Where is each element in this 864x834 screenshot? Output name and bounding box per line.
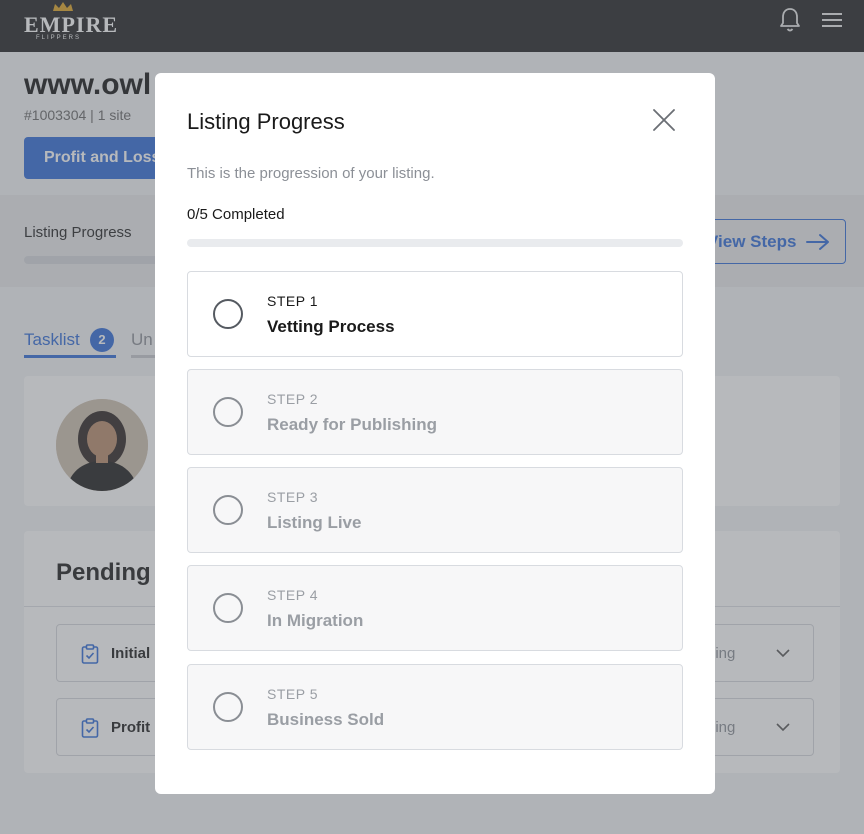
step-status-circle-icon[interactable] [213,299,243,329]
step-number: STEP 2 [267,391,318,407]
step-listing-live[interactable]: STEP 3 Listing Live [187,467,683,553]
step-in-migration[interactable]: STEP 4 In Migration [187,565,683,651]
progress-bar [187,239,683,247]
modal-description: This is the progression of your listing. [187,165,435,182]
step-status-circle-icon[interactable] [213,495,243,525]
step-status-circle-icon[interactable] [213,593,243,623]
step-name: Vetting Process [267,317,395,336]
listing-progress-modal: Listing Progress This is the progression… [155,73,715,794]
step-name: Ready for Publishing [267,415,438,434]
step-status-circle-icon[interactable] [213,692,243,722]
step-business-sold[interactable]: STEP 5 Business Sold [187,664,683,750]
step-name: Business Sold [267,710,385,729]
step-vetting-process[interactable]: STEP 1 Vetting Process [187,271,683,357]
close-icon[interactable] [651,107,677,133]
step-ready-for-publishing[interactable]: STEP 2 Ready for Publishing [187,369,683,455]
step-number: STEP 1 [267,293,318,309]
step-name: Listing Live [267,513,362,532]
modal-title: Listing Progress [187,109,345,134]
step-name: In Migration [267,611,364,630]
step-number: STEP 4 [267,587,318,603]
step-status-circle-icon[interactable] [213,397,243,427]
step-number: STEP 5 [267,686,318,702]
step-number: STEP 3 [267,489,318,505]
completed-count: 0/5 Completed [187,206,285,223]
